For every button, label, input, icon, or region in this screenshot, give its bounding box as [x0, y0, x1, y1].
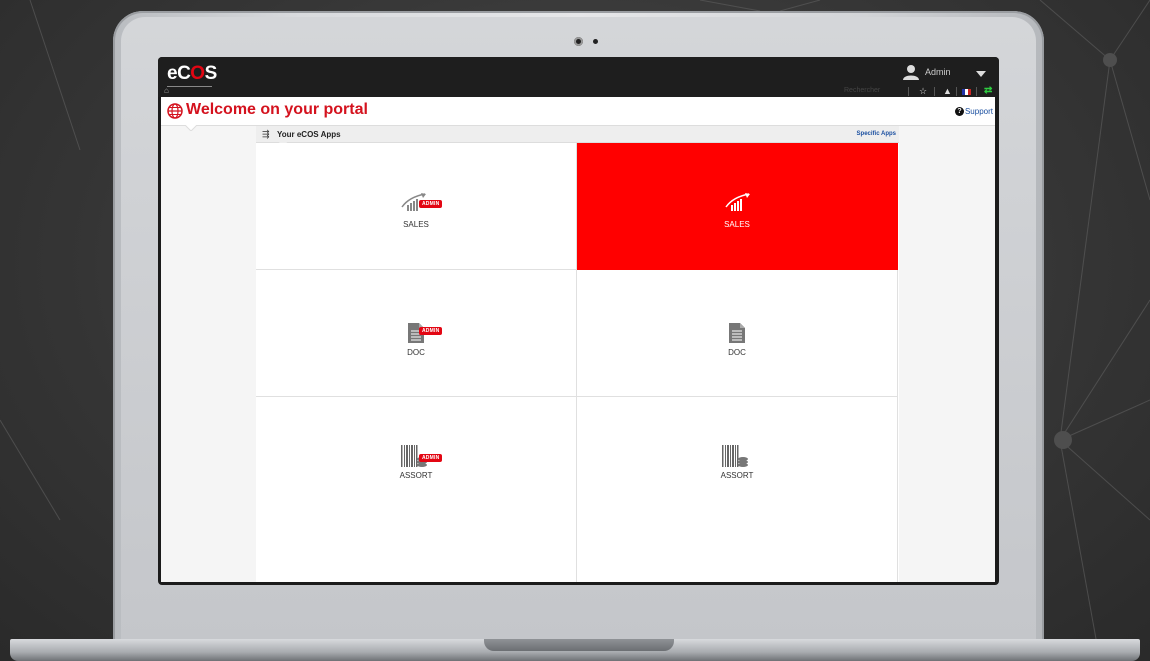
app-tile-assort[interactable]: ASSORT	[577, 397, 898, 582]
support-link[interactable]: ? Support	[954, 107, 993, 116]
toolbar-divider	[934, 87, 935, 96]
user-menu[interactable]: Admin	[903, 64, 951, 80]
globe-icon	[167, 103, 183, 119]
title-bar: Welcome on your portal ? Support	[161, 97, 995, 126]
specific-apps-link[interactable]: Specific Apps	[857, 131, 896, 137]
home-icon[interactable]: ⌂	[164, 86, 169, 95]
webcam-light	[593, 39, 598, 44]
title-pointer	[185, 125, 197, 131]
toolbar-divider	[908, 87, 909, 96]
user-icon	[903, 65, 919, 80]
apps-section-title: Your eCOS Apps	[277, 130, 341, 139]
signpost-icon: ⇶	[262, 129, 270, 139]
sales-chart-icon	[725, 193, 750, 211]
search-input[interactable]: Rechercher	[844, 87, 880, 94]
tile-label: SALES	[724, 220, 750, 229]
admin-badge: ADMIN	[419, 454, 443, 462]
app-tile-sales-admin[interactable]: ADMIN SALES	[256, 143, 577, 270]
apps-panel: ⇶ Your eCOS Apps Specific Apps ADMIN SAL…	[256, 126, 899, 582]
user-name: Admin	[925, 67, 951, 77]
tile-label: SALES	[403, 220, 429, 229]
sync-icon[interactable]: ⇄	[984, 85, 992, 96]
laptop-screen: eCOS Admin ⌂ Rechercher ☆ ▲ ⇄ Welcome on…	[158, 57, 999, 585]
webcam-icon	[574, 37, 583, 46]
support-label: Support	[964, 107, 993, 116]
page-content: Welcome on your portal ? Support ⇶ Your …	[161, 97, 995, 582]
tile-label: DOC	[728, 348, 746, 357]
ecos-logo[interactable]: eCOS	[167, 63, 217, 85]
tile-label: DOC	[407, 348, 425, 357]
help-icon: ?	[954, 107, 964, 116]
document-icon	[729, 323, 745, 343]
app-tile-assort-admin[interactable]: ADMIN ASSORT	[256, 397, 577, 582]
page-title: Welcome on your portal	[186, 101, 368, 118]
star-icon[interactable]: ☆	[919, 86, 927, 97]
laptop-notch	[484, 639, 674, 651]
top-navbar: eCOS Admin ⌂ Rechercher ☆ ▲ ⇄	[158, 57, 999, 97]
toolbar-divider	[956, 87, 957, 96]
app-tile-doc[interactable]: DOC	[577, 270, 898, 397]
chevron-down-icon[interactable]	[976, 71, 986, 77]
tile-label: ASSORT	[720, 471, 754, 480]
bell-icon[interactable]: ▲	[943, 86, 952, 96]
barcode-icon	[722, 445, 748, 467]
app-tile-doc-admin[interactable]: ADMIN DOC	[256, 270, 577, 397]
apps-header: ⇶ Your eCOS Apps Specific Apps	[256, 126, 899, 143]
logo-underline	[167, 86, 212, 87]
language-flag-icon[interactable]	[962, 89, 971, 95]
tile-label: ASSORT	[399, 471, 433, 480]
toolbar-divider	[976, 87, 977, 96]
app-tile-sales[interactable]: SALES	[577, 143, 898, 270]
admin-badge: ADMIN	[419, 327, 443, 335]
admin-badge: ADMIN	[419, 200, 443, 208]
